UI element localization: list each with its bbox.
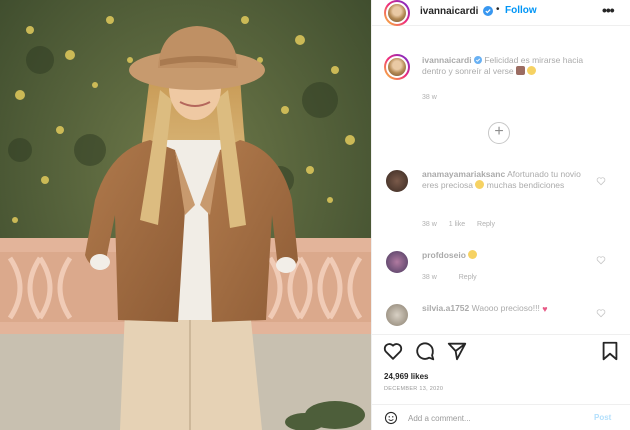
comment-avatar[interactable] [384, 168, 410, 194]
post-side-panel: ivannaicardi • Follow ••• ivannaicardi F… [371, 0, 630, 430]
comment-body-continued: muchas bendiciones [486, 180, 565, 190]
comment-avatar[interactable] [384, 302, 410, 328]
post-image [0, 0, 371, 430]
verified-badge-icon [483, 6, 493, 16]
post-photo[interactable] [0, 0, 371, 430]
comment-username[interactable]: profdoseio [422, 250, 466, 260]
comment-likes[interactable]: 1 like [449, 221, 465, 228]
caption-time[interactable]: 38 w [422, 94, 437, 101]
comment-meta: 38 w 1 like Reply [422, 221, 505, 228]
comment-text: silvia.a1752 Waooo precioso!!! ♥ [422, 303, 592, 315]
follow-button[interactable]: Follow [505, 5, 537, 16]
caption-text: ivannaicardi Felicidad es mirarse hacia … [422, 55, 592, 77]
likes-count[interactable]: 24,969 likes [384, 372, 428, 381]
share-paper-plane-icon[interactable] [446, 340, 468, 362]
post-date[interactable]: DECEMBER 13, 2020 [384, 386, 443, 392]
heart-eyes-emoji-icon [516, 66, 526, 75]
post-comment-button[interactable]: Post [594, 413, 611, 422]
comment-time[interactable]: 38 w [422, 274, 437, 281]
like-comment-heart-icon[interactable] [596, 308, 606, 318]
load-more-comments-button[interactable]: + [488, 122, 510, 144]
like-comment-heart-icon[interactable] [596, 176, 606, 186]
comment-username[interactable]: silvia.a1752 [422, 303, 469, 313]
caption-meta: 38 w [422, 94, 447, 101]
comments-list[interactable]: ivannaicardi Felicidad es mirarse hacia … [372, 27, 630, 333]
comment-bubble-icon[interactable] [414, 340, 436, 362]
add-comment-bar: Post [372, 404, 630, 430]
smile-emoji-icon [475, 180, 485, 189]
comment-time[interactable]: 38 w [422, 221, 437, 228]
post-actions: 24,969 likes DECEMBER 13, 2020 [372, 334, 630, 402]
reply-button[interactable]: Reply [477, 221, 495, 228]
comment-meta: 38 w Reply [422, 274, 487, 281]
emoji-picker-icon[interactable] [384, 411, 398, 425]
author-avatar[interactable] [384, 0, 410, 26]
smile-emoji-icon [527, 66, 537, 75]
reply-button[interactable]: Reply [459, 274, 477, 281]
author-username[interactable]: ivannaicardi [420, 6, 478, 17]
comment-text: anamayamariaksanc Afortunado tu novio er… [422, 169, 592, 191]
comment-avatar[interactable] [384, 249, 410, 275]
smile-emoji-icon [468, 250, 478, 259]
more-options-icon[interactable]: ••• [602, 2, 615, 18]
caption-avatar[interactable] [384, 54, 410, 80]
like-heart-icon[interactable] [382, 340, 404, 362]
red-heart-emoji-icon: ♥ [542, 304, 548, 314]
post-header: ivannaicardi • Follow ••• [372, 0, 630, 26]
caption-username[interactable]: ivannaicardi [422, 55, 472, 65]
comment-body: Waooo precioso!!! [471, 303, 540, 313]
comment-username[interactable]: anamayamariaksanc [422, 169, 505, 179]
comment-text: profdoseio [422, 250, 592, 261]
like-comment-heart-icon[interactable] [596, 255, 606, 265]
verified-badge-icon [473, 56, 482, 64]
header-separator: • [496, 4, 500, 15]
add-comment-input[interactable] [408, 411, 568, 425]
save-bookmark-icon[interactable] [599, 340, 621, 362]
